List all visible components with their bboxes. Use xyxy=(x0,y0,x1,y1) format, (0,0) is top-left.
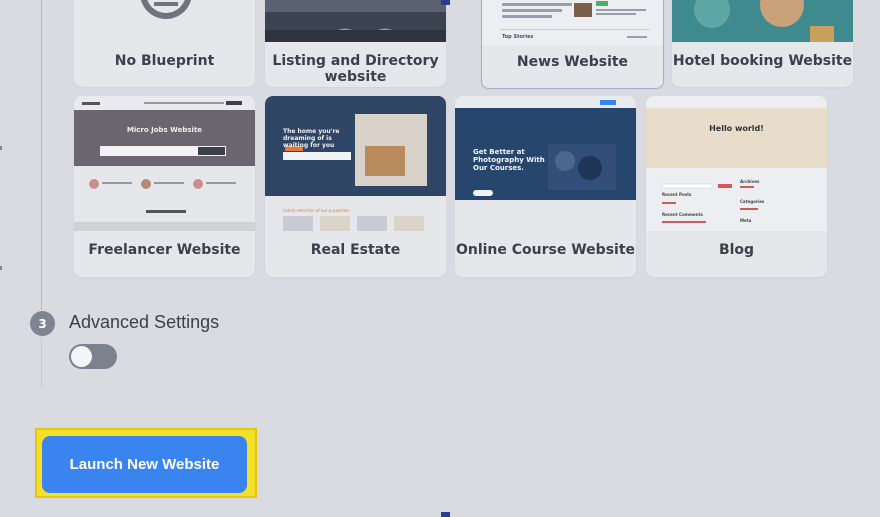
blueprint-card-online-course[interactable]: Get Better at Photography With Our Cours… xyxy=(455,96,636,277)
blueprint-card-real-estate[interactable]: The home you're dreaming of is waiting f… xyxy=(265,96,446,277)
blueprint-card-news[interactable]: Top Stories News Website xyxy=(481,0,664,89)
resize-handle[interactable] xyxy=(441,0,450,5)
news-thumb-heading: Top Stories xyxy=(502,34,534,40)
blog-thumb-categories: Categories xyxy=(740,199,765,204)
blueprint-card-freelancer[interactable]: Micro Jobs Website Freelancer Website xyxy=(74,96,255,277)
blog-thumb-meta: Meta xyxy=(740,218,752,223)
online-course-thumbnail: Get Better at Photography With Our Cours… xyxy=(455,96,636,231)
resize-handle[interactable] xyxy=(441,512,450,517)
blueprint-card-no-blueprint[interactable]: No Blueprint xyxy=(74,0,255,87)
blueprint-card-listing-directory[interactable]: Listing and Directory website xyxy=(265,0,446,87)
steps-connector-line xyxy=(41,0,42,310)
advanced-settings-toggle[interactable] xyxy=(69,344,117,369)
blog-thumbnail: Hello world! Recent Posts Recent Comment… xyxy=(646,96,827,231)
launch-new-website-button[interactable]: Launch New Website xyxy=(42,436,247,493)
blueprint-card-hotel-booking[interactable]: Hotel booking Website xyxy=(672,0,853,87)
blog-thumb-title: Hello world! xyxy=(709,124,764,133)
real-estate-thumb-sub: Latest selection of our properties xyxy=(283,208,350,213)
real-estate-thumbnail: The home you're dreaming of is waiting f… xyxy=(265,96,446,231)
listing-thumbnail xyxy=(265,0,446,42)
freelancer-thumbnail: Micro Jobs Website xyxy=(74,96,255,231)
toggle-knob xyxy=(71,346,92,367)
freelancer-thumb-title: Micro Jobs Website xyxy=(126,126,203,134)
blueprint-card-blog[interactable]: Hello world! Recent Posts Recent Comment… xyxy=(646,96,827,277)
steps-connector-line-lower xyxy=(41,338,42,388)
blueprint-label: Hotel booking Website xyxy=(672,53,853,69)
wordpress-icon xyxy=(140,0,192,19)
blueprint-label: No Blueprint xyxy=(114,53,215,69)
blog-thumb-recent-posts: Recent Posts xyxy=(662,192,692,197)
no-blueprint-thumbnail xyxy=(74,0,255,45)
blog-thumb-archives: Archives xyxy=(740,179,760,184)
real-estate-thumb-title: The home you're dreaming of is waiting f… xyxy=(283,128,340,149)
blueprint-label: Listing and Directory website xyxy=(272,53,439,85)
blueprint-label: Freelancer Website xyxy=(88,242,241,258)
advanced-settings-heading: Advanced Settings xyxy=(69,312,220,332)
hotel-thumbnail xyxy=(672,0,853,42)
scroll-tick-mark xyxy=(0,146,2,150)
blog-thumb-recent-comments: Recent Comments xyxy=(662,212,703,217)
blueprint-label: Real Estate xyxy=(310,242,401,258)
blueprint-label: Online Course Website xyxy=(455,242,636,258)
blueprint-label: News Website xyxy=(516,54,629,70)
news-thumbnail: Top Stories xyxy=(482,0,663,46)
scroll-tick-mark xyxy=(0,266,2,270)
online-course-thumb-title: Get Better at Photography With Our Cours… xyxy=(473,148,545,172)
blueprint-label: Blog xyxy=(718,242,755,258)
step-number-badge: 3 xyxy=(30,311,55,336)
